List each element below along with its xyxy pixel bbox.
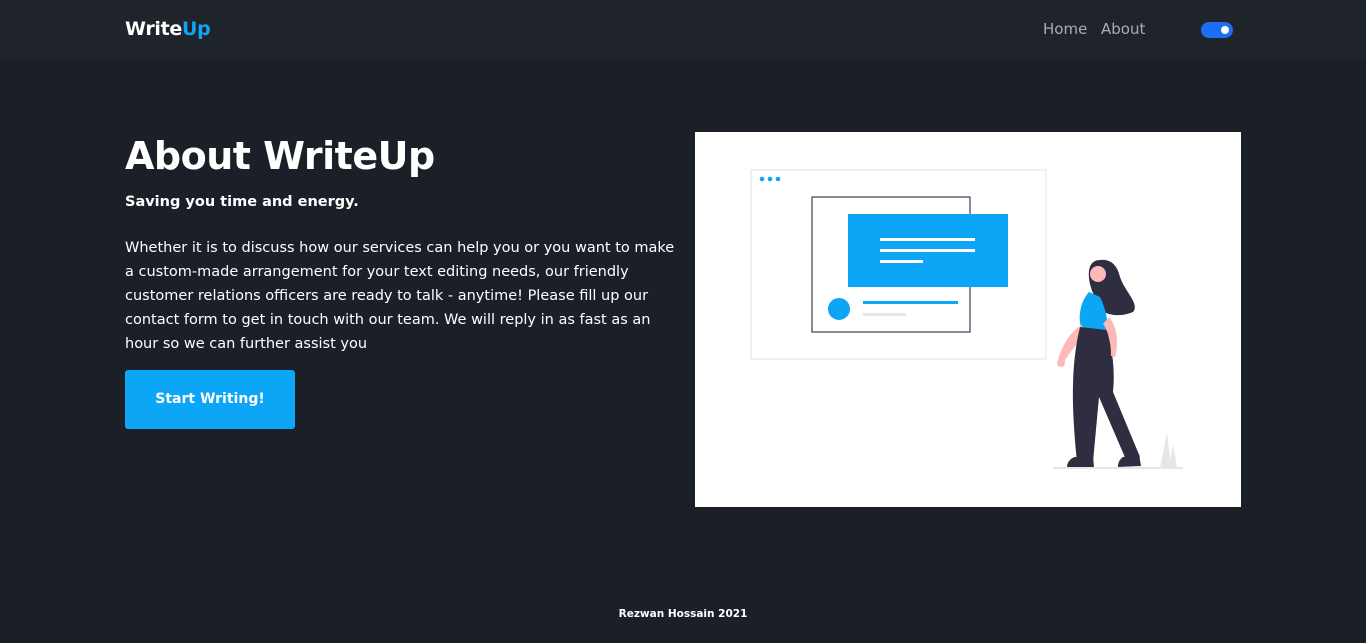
woman-figure — [1057, 259, 1141, 467]
start-writing-button[interactable]: Start Writing! — [125, 370, 295, 429]
browser-dot-2 — [767, 176, 773, 182]
browser-dot-3 — [775, 176, 781, 182]
page-subtitle: Saving you time and energy. — [125, 194, 359, 210]
page-title: About WriteUp — [125, 134, 435, 178]
theme-toggle-switch[interactable] — [1201, 22, 1233, 38]
illustration-graphic — [750, 169, 1183, 469]
navbar: WriteUp Home About — [0, 0, 1366, 60]
nav-link-about[interactable]: About — [1101, 20, 1145, 38]
about-description: Whether it is to discuss how our service… — [125, 240, 675, 352]
hero-illustration — [695, 132, 1241, 507]
avatar-circle-shape — [828, 298, 850, 320]
plant-shape — [1160, 432, 1171, 468]
brand-logo-up: Up — [181, 18, 211, 40]
toggle-knob — [1221, 26, 1229, 34]
footer-credit: Rezwan Hossain 2021 — [618, 608, 748, 620]
nav-link-home[interactable]: Home — [1043, 20, 1087, 38]
brand-logo[interactable]: WriteUp — [125, 18, 211, 40]
brand-logo-write: Write — [125, 18, 182, 40]
browser-dot-1 — [759, 176, 765, 182]
